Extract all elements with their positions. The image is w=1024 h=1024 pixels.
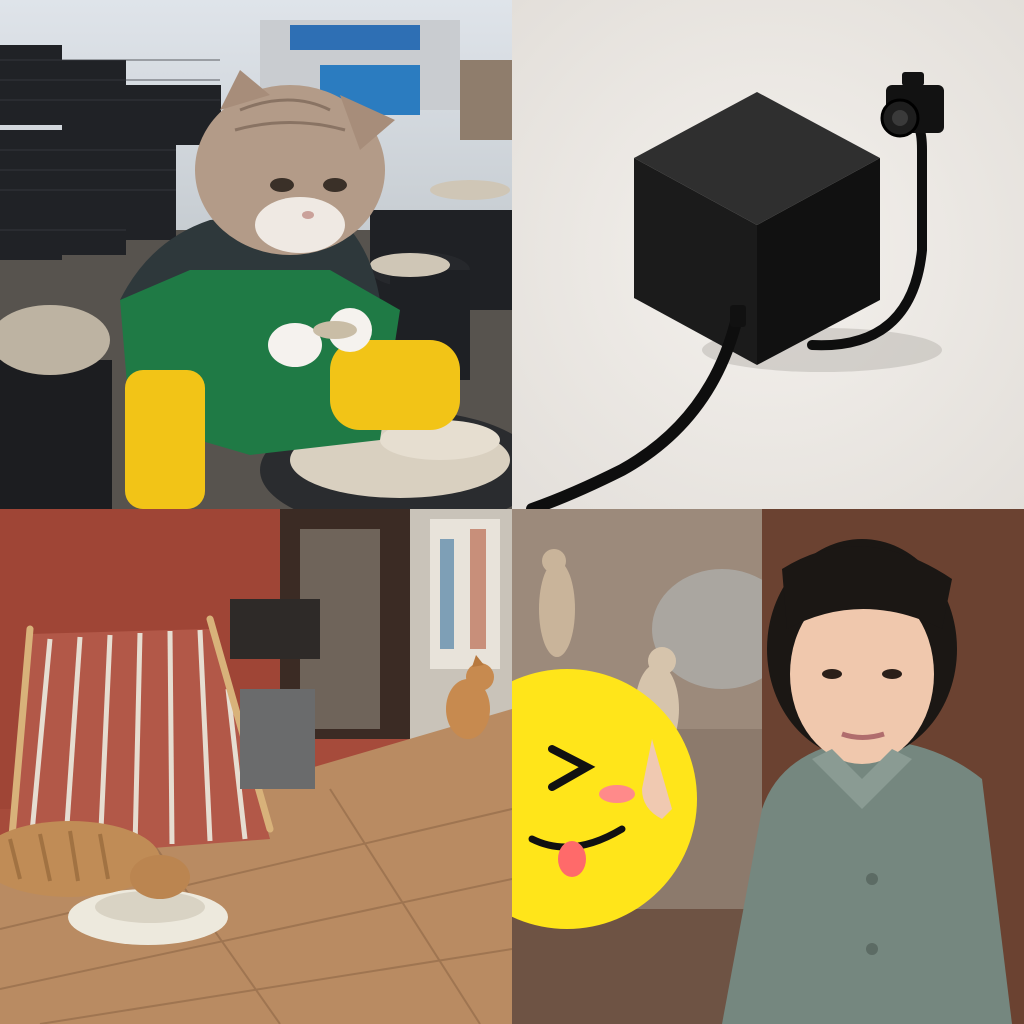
cat-oysters-illustration xyxy=(0,0,512,509)
photo-black-cube-camera xyxy=(512,0,1024,509)
cube-camera-illustration xyxy=(512,0,1024,509)
photo-person-meerkats xyxy=(512,509,1024,1024)
photo-cats-tent xyxy=(0,509,512,1024)
photo-collage xyxy=(0,0,1024,1024)
person-meerkats-illustration xyxy=(512,509,1024,1024)
photo-cat-oysters xyxy=(0,0,512,509)
cats-tent-illustration xyxy=(0,509,512,1024)
